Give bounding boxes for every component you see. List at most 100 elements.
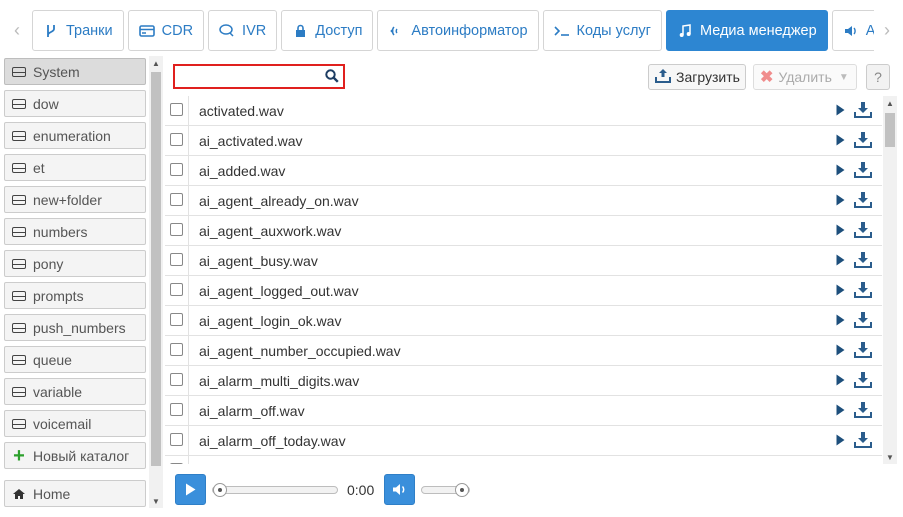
download-icon[interactable]	[854, 162, 872, 178]
folder-item-new-folder[interactable]: new+folder	[4, 186, 146, 213]
help-button[interactable]: ?	[866, 64, 890, 90]
file-checkbox[interactable]	[170, 103, 183, 116]
file-checkbox[interactable]	[170, 133, 183, 146]
folder-item-et[interactable]: et	[4, 154, 146, 181]
search-icon[interactable]	[325, 69, 339, 83]
tab-service-codes[interactable]: Коды услуг	[542, 10, 662, 51]
tab-label: IVR	[242, 22, 267, 39]
play-icon[interactable]	[836, 224, 845, 236]
seek-slider-handle[interactable]	[213, 483, 227, 497]
volume-slider-handle[interactable]	[455, 483, 469, 497]
play-icon[interactable]	[836, 194, 845, 206]
tab-trunks[interactable]: Транки	[32, 10, 124, 51]
scroll-up-arrow-icon[interactable]: ▲	[883, 96, 897, 110]
tabs-scroll-left-button[interactable]: ‹	[4, 10, 30, 51]
folder-item-pony[interactable]: pony	[4, 250, 146, 277]
play-icon[interactable]	[836, 404, 845, 416]
file-checkbox-cell	[165, 336, 189, 366]
scroll-down-arrow-icon[interactable]: ▼	[149, 494, 163, 508]
download-icon[interactable]	[854, 222, 872, 238]
file-row[interactable]: ai_agent_already_on.wav	[165, 186, 882, 216]
tabs-scroll-right-button[interactable]: ›	[874, 10, 900, 51]
play-icon[interactable]	[836, 164, 845, 176]
download-icon[interactable]	[854, 432, 872, 448]
file-checkbox[interactable]	[170, 433, 183, 446]
new-folder-button[interactable]: + Новый каталог	[4, 442, 146, 469]
file-row[interactable]: ai_agent_auxwork.wav	[165, 216, 882, 246]
play-icon[interactable]	[836, 134, 845, 146]
folder-item-system[interactable]: System	[4, 58, 146, 85]
upload-button[interactable]: Загрузить	[648, 64, 746, 90]
volume-icon	[393, 484, 405, 495]
sidebar-scroll-thumb[interactable]	[151, 72, 161, 466]
file-checkbox[interactable]	[170, 283, 183, 296]
file-checkbox[interactable]	[170, 253, 183, 266]
tab-bar: ‹ Транки CDR IVR Доступ Автоинформатор К…	[0, 10, 903, 51]
download-icon[interactable]	[854, 402, 872, 418]
play-icon[interactable]	[836, 104, 845, 116]
folder-item-voicemail[interactable]: voicemail	[4, 410, 146, 437]
tab-acoustic[interactable]: Акустическ	[831, 10, 874, 51]
file-checkbox[interactable]	[170, 163, 183, 176]
home-button[interactable]: Home	[4, 480, 146, 507]
file-row[interactable]: ai_alarm_off.wav	[165, 396, 882, 426]
tab-media-manager[interactable]: Медиа менеджер	[665, 10, 828, 51]
file-row[interactable]	[165, 456, 882, 464]
volume-slider[interactable]	[421, 483, 470, 497]
download-icon[interactable]	[854, 342, 872, 358]
download-icon[interactable]	[854, 282, 872, 298]
play-icon[interactable]	[836, 344, 845, 356]
delete-button[interactable]: ✖ Удалить ▼	[753, 64, 857, 90]
file-checkbox[interactable]	[170, 373, 183, 386]
file-row[interactable]: ai_agent_number_occupied.wav	[165, 336, 882, 366]
download-icon[interactable]	[854, 132, 872, 148]
file-checkbox[interactable]	[170, 343, 183, 356]
file-row[interactable]: activated.wav	[165, 96, 882, 126]
file-row[interactable]: ai_agent_busy.wav	[165, 246, 882, 276]
folder-item-prompts[interactable]: prompts	[4, 282, 146, 309]
search-input[interactable]	[179, 66, 319, 87]
play-icon[interactable]	[836, 284, 845, 296]
file-row[interactable]: ai_agent_login_ok.wav	[165, 306, 882, 336]
file-row[interactable]: ai_alarm_multi_digits.wav	[165, 366, 882, 396]
folder-item-dow[interactable]: dow	[4, 90, 146, 117]
download-icon[interactable]	[854, 372, 872, 388]
play-icon[interactable]	[836, 374, 845, 386]
download-icon[interactable]	[854, 252, 872, 268]
tab-autoinformer[interactable]: Автоинформатор	[377, 10, 539, 51]
file-checkbox[interactable]	[170, 223, 183, 236]
file-checkbox-cell	[165, 426, 189, 456]
seek-slider[interactable]	[212, 483, 338, 497]
file-row[interactable]: ai_alarm_off_today.wav	[165, 426, 882, 456]
player-volume-button[interactable]	[384, 474, 415, 505]
play-icon[interactable]	[836, 254, 845, 266]
tab-access[interactable]: Доступ	[281, 10, 374, 51]
file-checkbox[interactable]	[170, 313, 183, 326]
file-checkbox[interactable]	[170, 403, 183, 416]
download-icon[interactable]	[854, 192, 872, 208]
play-icon[interactable]	[836, 434, 845, 446]
file-name: ai_agent_busy.wav	[199, 253, 318, 269]
file-checkbox[interactable]	[170, 463, 183, 464]
file-checkbox[interactable]	[170, 193, 183, 206]
file-list-scrollbar[interactable]: ▲ ▼	[883, 96, 897, 464]
folder-item-queue[interactable]: queue	[4, 346, 146, 373]
scroll-up-arrow-icon[interactable]: ▲	[149, 56, 163, 70]
folder-item-push-numbers[interactable]: push_numbers	[4, 314, 146, 341]
file-row[interactable]: ai_added.wav	[165, 156, 882, 186]
tab-cdr[interactable]: CDR	[127, 10, 205, 51]
file-row[interactable]: ai_activated.wav	[165, 126, 882, 156]
folder-item-numbers[interactable]: numbers	[4, 218, 146, 245]
folder-item-enumeration[interactable]: enumeration	[4, 122, 146, 149]
player-play-button[interactable]	[175, 474, 206, 505]
play-icon[interactable]	[836, 314, 845, 326]
sidebar-scrollbar[interactable]: ▲ ▼	[149, 56, 163, 508]
tab-label: Коды услуг	[576, 22, 651, 39]
scroll-down-arrow-icon[interactable]: ▼	[883, 450, 897, 464]
folder-item-variable[interactable]: variable	[4, 378, 146, 405]
tab-ivr[interactable]: IVR	[208, 10, 278, 51]
file-list-scroll-thumb[interactable]	[885, 113, 895, 147]
download-icon[interactable]	[854, 312, 872, 328]
file-row[interactable]: ai_agent_logged_out.wav	[165, 276, 882, 306]
download-icon[interactable]	[854, 102, 872, 118]
